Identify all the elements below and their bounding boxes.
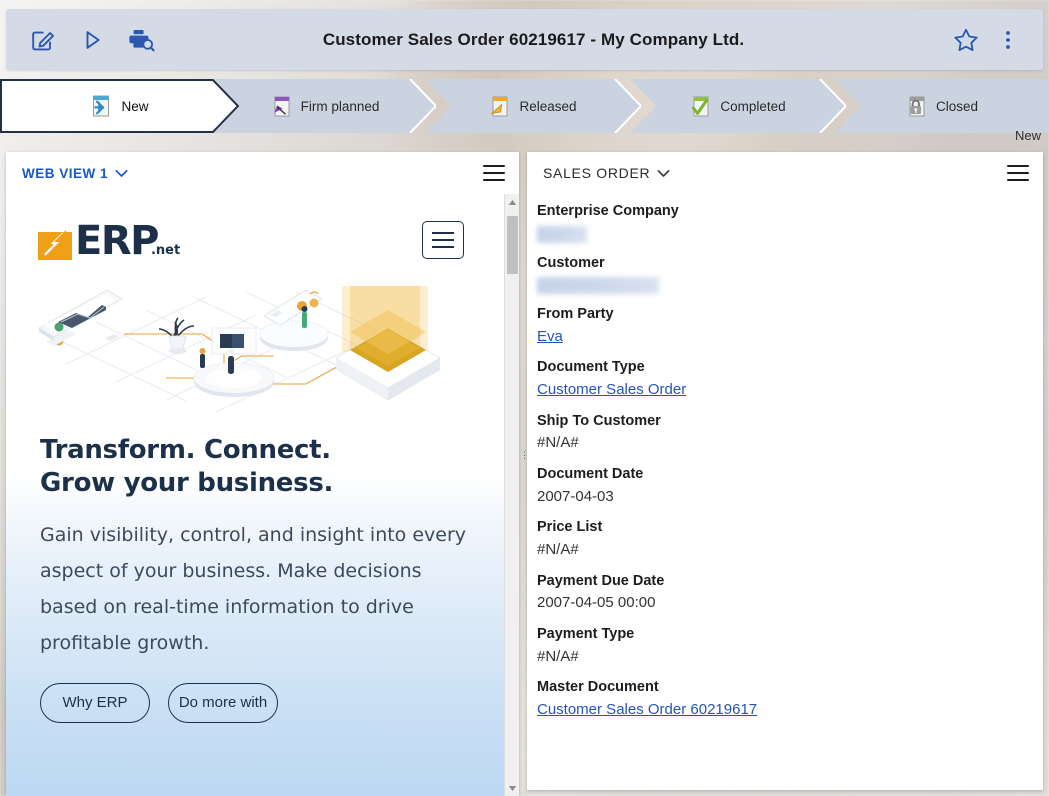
window-title: Customer Sales Order 60219617 - My Compa…	[322, 29, 745, 49]
web-view-hero-copy: Transform. Connect. Grow your business. …	[6, 412, 504, 661]
document-completed-icon	[690, 94, 712, 118]
field-from-party: From Party Eva	[537, 305, 1029, 347]
erp-arrow-logo-icon	[36, 222, 74, 260]
field-label: Payment Type	[537, 626, 635, 642]
document-released-icon	[489, 94, 511, 118]
field-label: Document Type	[537, 359, 645, 376]
command-bar-right-actions	[951, 25, 1043, 55]
field-value-link[interactable]: Customer Sales Order	[537, 379, 686, 401]
embedded-web-view[interactable]: ERP .net Transform. Connect. Grow your b…	[6, 194, 504, 796]
isometric-business-platform-illustration	[6, 272, 504, 412]
sales-order-panel-title: SALES ORDER	[543, 165, 651, 181]
field-label: Ship To Customer	[537, 412, 661, 429]
erp-net-logo: ERP .net	[36, 218, 181, 265]
command-bar: Customer Sales Order 60219617 - My Compa…	[6, 9, 1043, 70]
more-vertical-icon[interactable]	[993, 25, 1023, 55]
chevron-down-icon[interactable]	[657, 169, 670, 178]
web-view-subtext: Gain visibility, control, and insight in…	[40, 523, 467, 654]
workflow-state-closed[interactable]: Closed	[835, 79, 1049, 133]
workflow-state-label: Released	[519, 98, 577, 114]
scroll-down-arrow-icon[interactable]	[505, 780, 519, 796]
sales-order-field-list: Enterprise Company Customer From Party E…	[527, 194, 1043, 790]
workflow-state-label: Firm planned	[300, 98, 380, 114]
star-icon[interactable]	[951, 25, 981, 55]
web-view-panel-title: WEB VIEW 1	[22, 165, 109, 181]
field-value-link[interactable]: Customer Sales Order 60219617	[537, 699, 757, 721]
chevron-down-icon[interactable]	[115, 169, 128, 178]
workflow-state-label: New	[121, 98, 149, 114]
web-view-panel-header: WEB VIEW 1	[6, 152, 519, 194]
web-view-headline: Transform. Connect. Grow your business.	[40, 435, 334, 498]
erp-logo-tld: .net	[150, 243, 181, 258]
workflow-state-released[interactable]: Released	[425, 79, 641, 133]
panel-splitter[interactable]: ⋮	[519, 152, 529, 796]
field-value-link[interactable]: Eva	[537, 326, 563, 348]
web-view-scrollbar[interactable]	[504, 194, 519, 796]
web-view-cta-buttons: Why ERP Do more with	[6, 661, 504, 723]
document-closed-icon	[906, 94, 928, 118]
field-value: #N/A#	[537, 540, 579, 558]
web-view-navbar: ERP .net	[6, 194, 504, 265]
sales-order-panel-header: SALES ORDER	[527, 152, 1043, 194]
field-label: From Party	[537, 306, 614, 323]
web-view-panel: WEB VIEW 1 ERP .net Transform. Connect. …	[6, 152, 519, 796]
web-view-nav-toggle-icon[interactable]	[422, 221, 464, 259]
field-document-date: Document Date 2007-04-03	[537, 465, 1029, 507]
workflow-state-completed[interactable]: Completed	[630, 79, 846, 133]
field-label: Payment Due Date	[537, 572, 665, 589]
field-label: Customer	[537, 254, 605, 271]
scrollbar-thumb[interactable]	[507, 216, 518, 274]
document-new-icon	[91, 94, 113, 118]
field-label: Document Date	[537, 466, 644, 483]
field-value: #N/A#	[537, 647, 579, 665]
splitter-grip-icon[interactable]: ⋮	[520, 448, 529, 462]
workflow-current-state-caption: New	[1014, 128, 1041, 143]
field-customer: Customer	[537, 254, 1029, 295]
why-erp-button[interactable]: Why ERP	[40, 682, 150, 723]
workflow-state-label: Completed	[720, 98, 786, 114]
field-label: Master Document	[537, 679, 659, 696]
field-price-list: Price List #N/A#	[537, 518, 1029, 560]
field-enterprise-company: Enterprise Company	[537, 202, 1029, 243]
field-value-redacted	[537, 225, 587, 243]
field-value: 2007-04-03	[537, 487, 614, 505]
document-firmplanned-icon	[271, 94, 293, 118]
do-more-with-button[interactable]: Do more with	[168, 682, 278, 723]
edit-pencil-icon[interactable]	[28, 25, 58, 55]
field-value-redacted	[537, 277, 659, 295]
field-label: Price List	[537, 519, 603, 536]
scroll-up-arrow-icon[interactable]	[505, 194, 519, 210]
field-document-type: Document Type Customer Sales Order	[537, 358, 1029, 400]
sales-order-panel-menu-icon[interactable]	[1007, 165, 1029, 181]
workflow-state-label: Closed	[935, 98, 979, 114]
field-payment-type: Payment Type #N/A#	[537, 625, 1029, 667]
workflow-state-bar: New Firm planned Released Completed Clos…	[0, 79, 1049, 133]
workflow-state-firm-planned[interactable]: Firm planned	[214, 79, 436, 133]
sales-order-panel: SALES ORDER Enterprise Company Customer …	[527, 152, 1043, 790]
field-ship-to-customer: Ship To Customer #N/A#	[537, 412, 1029, 454]
field-master-document: Master Document Customer Sales Order 602…	[537, 678, 1029, 720]
field-label: Enterprise Company	[537, 203, 679, 219]
web-view-panel-menu-icon[interactable]	[483, 165, 505, 181]
erp-logo-wordmark: ERP	[75, 218, 159, 265]
field-payment-due-date: Payment Due Date 2007-04-05 00:00	[537, 572, 1029, 614]
workflow-state-new[interactable]: New	[0, 79, 240, 133]
play-icon[interactable]	[77, 25, 107, 55]
field-value: #N/A#	[537, 434, 579, 452]
field-value: 2007-04-05 00:00	[537, 594, 656, 612]
